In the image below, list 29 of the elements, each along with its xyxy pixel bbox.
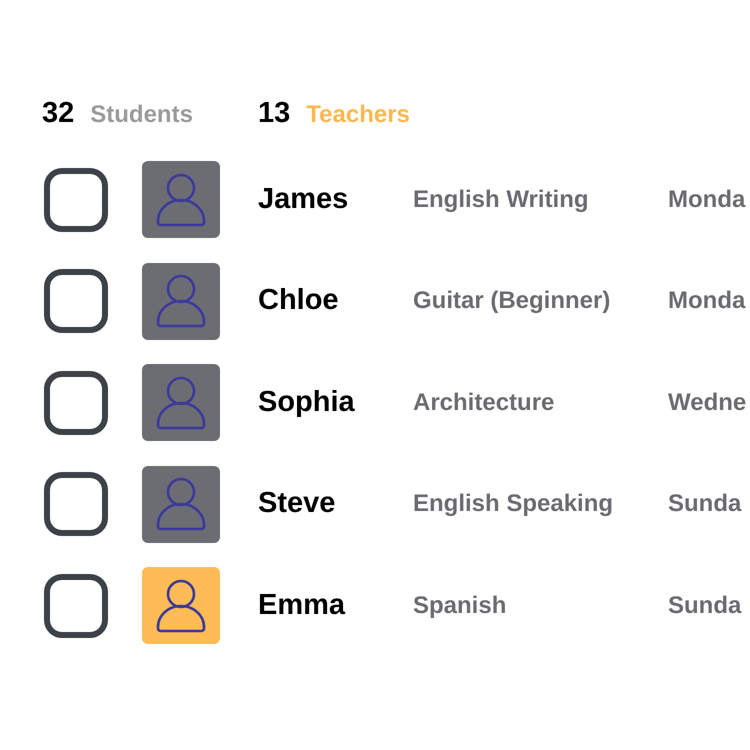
name: Steve	[258, 486, 336, 522]
name: Sophia	[258, 384, 356, 420]
category-label: Students	[90, 103, 193, 127]
checkbox[interactable]	[44, 574, 108, 638]
person-icon	[142, 262, 220, 340]
checkbox[interactable]	[44, 370, 108, 434]
checkbox[interactable]	[44, 472, 108, 536]
name: James	[258, 182, 350, 217]
count: 13	[258, 99, 290, 128]
subject: Architecture	[413, 388, 556, 418]
name: Chloe	[258, 283, 340, 318]
person-icon	[142, 567, 220, 644]
count: 32	[42, 99, 74, 128]
subject: English Writing	[413, 184, 590, 214]
person-icon	[142, 364, 220, 441]
day: Sunda	[668, 486, 750, 522]
checkbox[interactable]	[44, 168, 108, 232]
person-icon	[142, 466, 220, 542]
subject: Guitar (Beginner)	[413, 286, 612, 316]
name: Emma	[258, 588, 346, 623]
category-label: Teachers	[306, 103, 410, 127]
day: Monda	[668, 283, 750, 319]
checkbox[interactable]	[44, 269, 108, 333]
day: Monda	[668, 182, 750, 218]
person-icon	[142, 161, 220, 238]
day: Wedne	[668, 384, 750, 420]
subject: English Speaking	[413, 489, 614, 519]
subject: Spanish	[413, 590, 508, 620]
day: Sunda	[668, 588, 750, 624]
